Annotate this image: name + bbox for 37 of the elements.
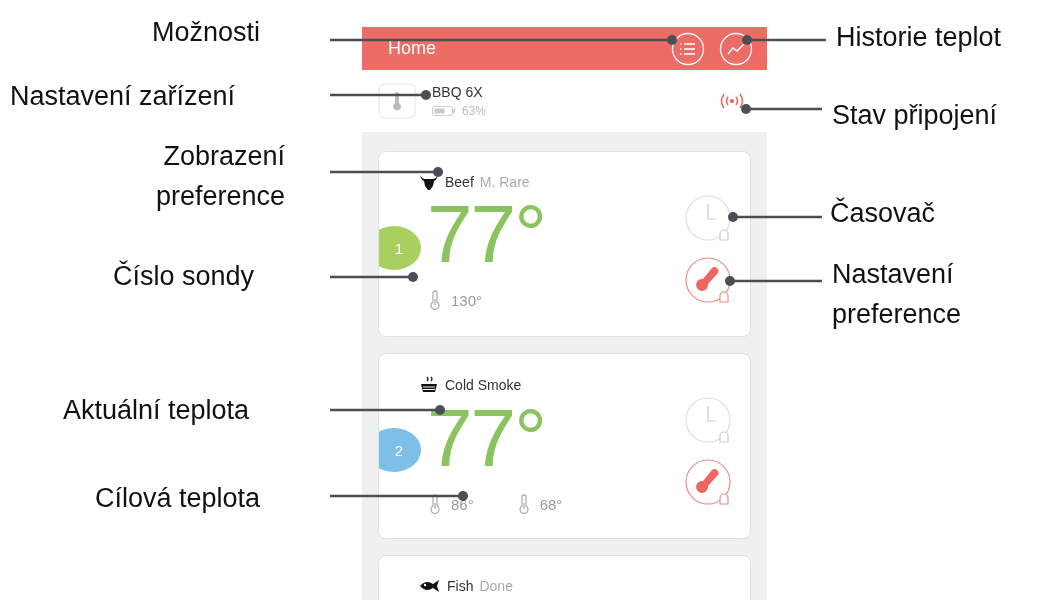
target-temperature: 86°	[451, 495, 474, 513]
food-label: Fish	[447, 578, 474, 594]
callout-label: Stav připojení	[832, 99, 998, 132]
chart-icon[interactable]	[719, 31, 753, 66]
callout-label: Aktuální teplota	[63, 394, 250, 427]
target-temperature: 130°	[451, 291, 483, 309]
fish-icon	[419, 579, 441, 593]
screen-title: Home	[388, 38, 436, 59]
callout-label: Možnosti	[152, 16, 261, 49]
doneness-label: Done	[479, 578, 513, 594]
callout-label: Číslo sondy	[113, 259, 255, 293]
battery-icon	[432, 106, 456, 116]
menu-icon[interactable]	[671, 31, 705, 66]
food-label: Cold Smoke	[445, 377, 522, 393]
thermometer-icon	[429, 494, 441, 514]
target-temperature: 68°	[539, 495, 563, 513]
callout-label: Historie teplot	[836, 21, 1002, 54]
bull-head-icon	[419, 174, 439, 190]
probe-number-badge: 2	[379, 428, 421, 472]
smoking-pot-icon	[419, 376, 439, 394]
callout-label: Nastavení zařízení	[10, 80, 236, 113]
callout-label: Cílová teplota	[95, 482, 261, 515]
thermometer-icon	[517, 494, 530, 514]
battery-percentage: 63%	[462, 104, 487, 118]
food-label: Beef	[445, 174, 474, 190]
current-temperature: 77°	[427, 192, 545, 276]
device-name: BBQ 6X	[432, 84, 484, 100]
thermometer-icon[interactable]	[378, 83, 416, 119]
callout-label: Nastavení preference	[832, 258, 963, 331]
probe-card[interactable]: Fish Done	[378, 555, 751, 600]
current-temperature: 77°	[427, 396, 545, 480]
callout-label: Zobrazení preference	[154, 140, 285, 213]
thermometer-icon	[429, 290, 441, 310]
probe-card[interactable]: Beef M. Rare 1 77° 130°	[378, 151, 751, 337]
callout-label: Časovač	[830, 196, 936, 230]
probe-number-badge: 1	[379, 226, 421, 270]
doneness-label: M. Rare	[479, 174, 530, 190]
